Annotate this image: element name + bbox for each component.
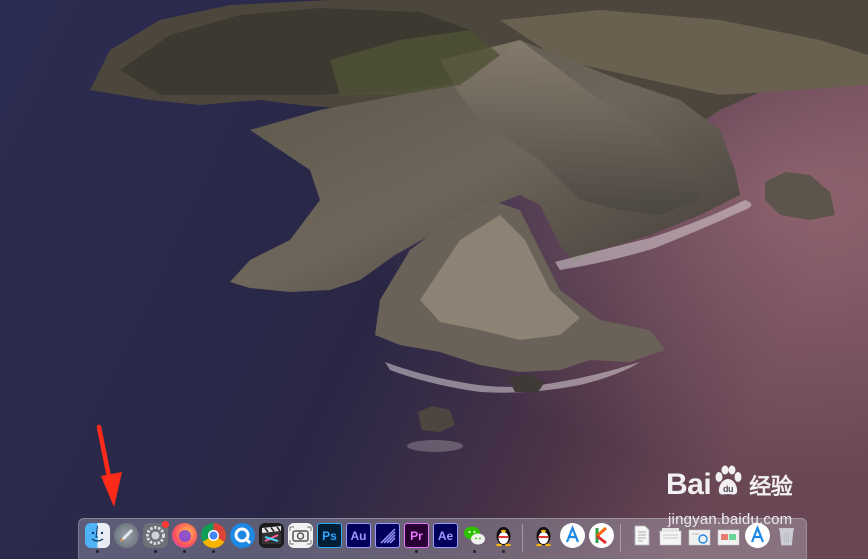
k-app-icon (589, 523, 614, 548)
running-indicator (473, 550, 476, 553)
premiere-icon: Pr (404, 523, 429, 548)
dock-item-launchpad[interactable] (112, 523, 141, 553)
dock-item-wechat[interactable] (460, 523, 489, 553)
dock-item-finder[interactable] (83, 523, 112, 553)
running-indicator (183, 550, 186, 553)
watermark-logo: Bai du 经验 (666, 463, 826, 507)
svg-text:du: du (723, 484, 733, 494)
stack-icon (687, 523, 712, 548)
dock-item-browser-q[interactable] (228, 523, 257, 553)
red-arrow-down-icon (92, 424, 132, 510)
stack-icon (716, 523, 741, 548)
wechat-icon (462, 523, 487, 548)
dock-item-trash[interactable] (772, 523, 801, 553)
dock-item-premiere[interactable]: Pr (402, 523, 431, 553)
dock-item-final-cut-pro[interactable] (257, 523, 286, 553)
running-indicator (154, 550, 157, 553)
stack-icon (658, 523, 683, 548)
penguin-icon (491, 523, 516, 548)
watermark-brand: Bai (666, 468, 712, 501)
dock-separator (620, 524, 621, 552)
dock-item-system-preferences[interactable] (141, 521, 170, 553)
dock-item-qq-2[interactable] (529, 523, 558, 553)
dock-item-document[interactable] (627, 523, 656, 553)
dock-item-chrome[interactable] (199, 523, 228, 553)
chrome-icon (201, 523, 226, 548)
dock-item-audition[interactable]: Au (344, 523, 373, 553)
dock-item-media-encoder[interactable] (373, 523, 402, 553)
dock-item-screenshot-stack[interactable] (685, 523, 714, 553)
dock-item-photoshop[interactable]: Ps (315, 523, 344, 553)
trash-icon (774, 523, 799, 548)
running-indicator (96, 550, 99, 553)
a-app-icon (560, 523, 585, 548)
dock-item-after-effects[interactable]: Ae (431, 523, 460, 553)
media-encoder-icon (375, 523, 400, 548)
paw-icon: du (713, 465, 743, 505)
dock-item-app-k[interactable] (587, 523, 616, 553)
dock-item-screenshot[interactable] (286, 523, 315, 553)
audition-icon: Au (346, 523, 371, 548)
running-indicator (502, 550, 505, 553)
dock: Ps Au Pr Ae (78, 518, 807, 559)
clapper-icon (259, 523, 284, 548)
dock-item-app-a[interactable] (558, 523, 587, 553)
running-indicator (415, 550, 418, 553)
rocket-icon (114, 523, 139, 548)
dock-item-download-stack[interactable] (656, 523, 685, 553)
dock-item-folder-stack[interactable] (714, 523, 743, 553)
document-icon (629, 523, 654, 548)
dock-separator (522, 524, 523, 552)
dock-item-qq[interactable] (489, 523, 518, 553)
camera-icon (288, 523, 313, 548)
after-effects-icon: Ae (433, 523, 458, 548)
notification-badge (162, 521, 169, 528)
photoshop-icon: Ps (317, 523, 342, 548)
penguin-icon (531, 523, 556, 548)
firefox-icon (172, 523, 197, 548)
running-indicator (212, 550, 215, 553)
a-app-icon (745, 523, 770, 548)
q-browser-icon (230, 523, 255, 548)
dock-item-firefox[interactable] (170, 523, 199, 553)
watermark-brand-tail: 经验 (749, 474, 793, 499)
finder-icon (85, 523, 110, 548)
dock-item-app-a-2[interactable] (743, 523, 772, 553)
